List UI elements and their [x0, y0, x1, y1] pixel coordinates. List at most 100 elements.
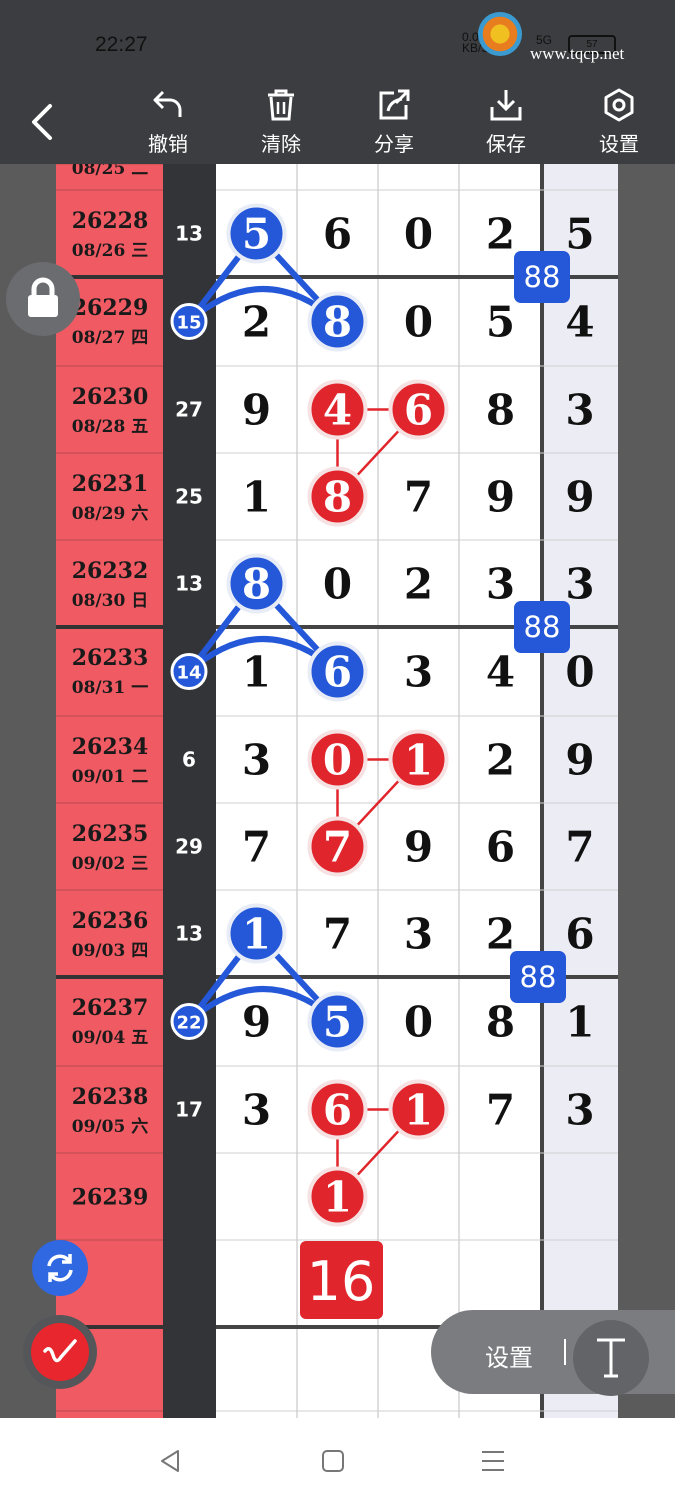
prediction-value: 16 — [307, 1250, 376, 1313]
partial-row-date: 08/25 二 — [72, 164, 148, 179]
sum-value: 14 — [176, 663, 201, 684]
square-home-icon — [322, 1450, 344, 1472]
digit-value: 3 — [404, 910, 433, 959]
back-arrow-icon — [32, 104, 52, 140]
panel-divider — [564, 1339, 566, 1365]
digit-value: 9 — [242, 998, 271, 1047]
settings-button[interactable]: 设置 — [579, 84, 659, 164]
watermark-url: www.tqcp.net — [530, 44, 625, 63]
digit-value: 0 — [404, 298, 433, 347]
undo-label: 撤销 — [148, 132, 188, 156]
sum-value: 27 — [175, 398, 203, 422]
nav-menu-button[interactable] — [480, 1448, 506, 1479]
digit-value: 8 — [486, 998, 515, 1047]
digit-value: 9 — [565, 473, 594, 522]
digit-value: 6 — [323, 210, 352, 259]
issue-number: 26234 — [72, 734, 149, 760]
issue-date: 08/26 三 — [72, 241, 148, 261]
digit-value: 1 — [242, 910, 271, 959]
issue-date: 08/27 四 — [72, 328, 148, 348]
top-toolbar: 撤销 清除 分享 保存 设置 — [0, 84, 675, 164]
digit-value: 4 — [486, 648, 515, 697]
badge-value: 88 — [520, 960, 557, 994]
triangle-back-icon — [161, 1450, 179, 1472]
download-icon — [490, 90, 522, 121]
digit-value: 6 — [565, 910, 594, 959]
issue-date: 08/30 日 — [72, 591, 148, 611]
issue-number: 26238 — [72, 1084, 149, 1110]
refresh-button[interactable] — [32, 1240, 88, 1296]
digit-value: 7 — [565, 823, 594, 872]
badge-value: 88 — [524, 610, 561, 644]
sum-value: 22 — [176, 1013, 201, 1034]
digit-value: 2 — [486, 910, 515, 959]
digit-value: 6 — [404, 386, 433, 435]
digit-value: 3 — [565, 386, 594, 435]
digit-value: 2 — [486, 210, 515, 259]
digit-value: 1 — [242, 648, 271, 697]
digit-value: 1 — [323, 1173, 352, 1222]
sum-value: 17 — [175, 1098, 203, 1122]
trend-chart-grid[interactable]: 08/25 二2622808/26 三13 5 6 0 2 52622908/27 四15… — [0, 164, 675, 1418]
digit-value: 7 — [323, 823, 352, 872]
digit-value: 5 — [242, 210, 271, 259]
digit-value: 9 — [486, 473, 515, 522]
text-tool-button[interactable] — [573, 1320, 649, 1396]
sum-value: 6 — [182, 748, 196, 772]
digit-value: 1 — [404, 736, 433, 785]
status-bar: 22:27 0.00 KB/S 5G 57 www.tqcp.net — [0, 0, 675, 84]
back-button[interactable] — [22, 100, 66, 144]
issue-date: 08/28 五 — [72, 417, 148, 437]
clear-button[interactable]: 清除 — [241, 84, 321, 164]
digit-value: 3 — [486, 560, 515, 609]
sum-value: 25 — [175, 485, 203, 509]
digit-value: 4 — [565, 298, 594, 347]
issue-date: 09/04 五 — [72, 1028, 148, 1048]
save-button[interactable]: 保存 — [466, 84, 546, 164]
digit-value: 3 — [242, 1086, 271, 1135]
digit-value: 0 — [404, 998, 433, 1047]
issue-date: 09/03 四 — [72, 941, 148, 961]
digit-value: 0 — [323, 736, 352, 785]
pen-icon — [43, 1339, 77, 1363]
digit-value: 7 — [323, 910, 352, 959]
last-digit-column — [542, 164, 618, 1418]
nav-home-button[interactable] — [320, 1448, 346, 1479]
clear-label: 清除 — [261, 132, 301, 156]
digit-value: 7 — [486, 1086, 515, 1135]
digit-value: 9 — [404, 823, 433, 872]
digit-value: 8 — [323, 473, 352, 522]
digit-value: 1 — [242, 473, 271, 522]
issue-number: 26232 — [72, 558, 149, 584]
nav-back-button[interactable] — [158, 1448, 184, 1479]
digit-value: 0 — [404, 210, 433, 259]
digit-value: 9 — [565, 736, 594, 785]
issue-number: 26236 — [72, 908, 149, 934]
undo-icon — [153, 90, 182, 117]
issue-date: 08/29 六 — [72, 503, 148, 524]
digit-value: 2 — [404, 560, 433, 609]
digit-value: 3 — [565, 560, 594, 609]
pen-button[interactable] — [23, 1315, 97, 1389]
share-label: 分享 — [374, 132, 414, 156]
sum-value: 13 — [175, 572, 203, 596]
issue-date: 09/02 三 — [72, 854, 148, 874]
digit-value: 5 — [565, 210, 594, 259]
refresh-icon — [47, 1254, 73, 1282]
lock-button[interactable] — [6, 262, 80, 336]
share-button[interactable]: 分享 — [354, 84, 434, 164]
digit-value: 0 — [565, 648, 594, 697]
issue-column — [56, 164, 163, 1418]
issue-number: 26230 — [72, 384, 149, 410]
issue-number: 26235 — [72, 821, 149, 847]
save-label: 保存 — [486, 132, 526, 156]
sum-value: 15 — [176, 313, 201, 334]
issue-number: 26231 — [72, 471, 149, 497]
undo-button[interactable]: 撤销 — [128, 84, 208, 164]
draw-settings-button[interactable]: 设置 — [485, 1338, 533, 1373]
digit-value: 6 — [323, 648, 352, 697]
watermark-logo — [478, 12, 522, 56]
digit-value: 1 — [565, 998, 594, 1047]
digit-value: 7 — [242, 823, 271, 872]
digit-value: 3 — [565, 1086, 594, 1135]
